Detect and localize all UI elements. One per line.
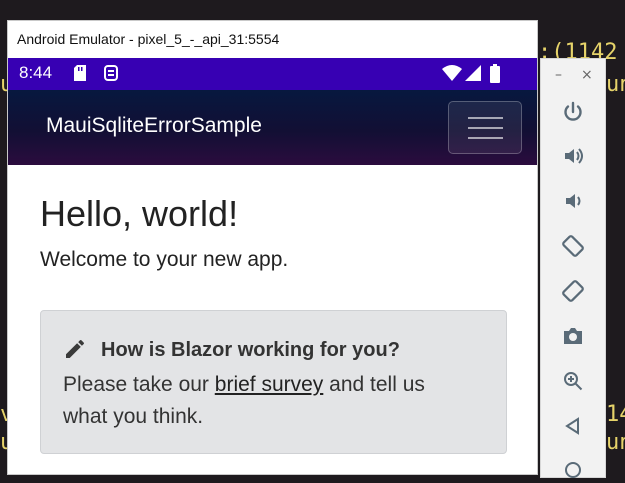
camera-icon xyxy=(564,328,582,344)
sync-icon xyxy=(103,64,119,86)
zoom-in-icon xyxy=(564,372,583,391)
rotate-right-icon xyxy=(562,280,584,302)
brief-survey-link[interactable]: brief survey xyxy=(215,373,324,396)
power-button[interactable] xyxy=(560,99,586,125)
screenshot-button[interactable] xyxy=(560,323,586,349)
power-icon xyxy=(564,101,582,121)
hamburger-line xyxy=(468,137,503,139)
menu-toggle-button[interactable] xyxy=(448,101,522,154)
rotate-right-button[interactable] xyxy=(560,278,586,304)
volume-down-icon xyxy=(566,194,581,208)
rotate-left-button[interactable] xyxy=(560,233,586,259)
status-time: 8:44 xyxy=(19,63,53,82)
pencil-icon xyxy=(63,337,87,366)
battery-icon xyxy=(490,64,500,87)
app-top-bar: MauiSqliteErrorSample xyxy=(8,90,537,165)
background-code-text: uni xyxy=(606,430,625,455)
background-code-text: uni xyxy=(606,72,625,97)
minimize-button[interactable]: – xyxy=(555,67,562,83)
background-code-text: 142 xyxy=(606,402,625,427)
android-status-bar: 8:44 xyxy=(8,58,537,90)
back-triangle-icon xyxy=(565,417,579,435)
app-title[interactable]: MauiSqliteErrorSample xyxy=(46,114,262,138)
rotate-left-icon xyxy=(562,235,584,257)
window-title[interactable]: Android Emulator - pixel_5_-_api_31:5554 xyxy=(8,21,537,58)
survey-text-before: Please take our xyxy=(63,373,215,396)
back-button[interactable] xyxy=(560,413,586,439)
volume-down-button[interactable] xyxy=(560,188,586,214)
home-circle-icon xyxy=(565,462,581,478)
emulator-window: Android Emulator - pixel_5_-_api_31:5554… xyxy=(7,20,538,475)
sd-card-icon xyxy=(73,64,87,86)
emulator-side-toolbar: – × xyxy=(540,58,606,478)
volume-up-icon xyxy=(565,148,583,164)
page-heading: Hello, world! xyxy=(40,193,239,234)
welcome-text: Welcome to your new app. xyxy=(40,248,289,271)
wifi-icon xyxy=(442,64,462,86)
survey-prompt: How is Blazor working for you? Please ta… xyxy=(40,310,507,454)
cell-signal-icon xyxy=(465,64,481,86)
hamburger-line xyxy=(468,127,503,129)
volume-up-button[interactable] xyxy=(560,143,586,169)
home-button[interactable] xyxy=(560,457,586,483)
survey-heading: How is Blazor working for you? xyxy=(101,339,400,361)
survey-text: Please take our brief survey and tell us… xyxy=(63,369,473,433)
page-content: Hello, world! Welcome to your new app. H… xyxy=(8,165,537,474)
hamburger-line xyxy=(468,117,503,119)
zoom-button[interactable] xyxy=(560,368,586,394)
close-button[interactable]: × xyxy=(581,67,593,83)
